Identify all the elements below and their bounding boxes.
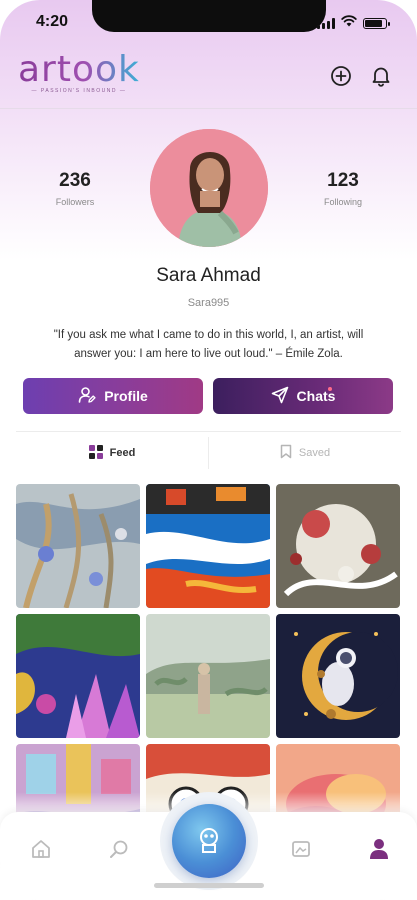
tab-saved-label: Saved — [298, 447, 331, 459]
app-header: artook — PASSION'S INBOUND — — [0, 52, 417, 108]
status-bar: 4:20 — [0, 0, 417, 44]
brand-center-icon[interactable] — [172, 804, 246, 878]
home-indicator — [154, 883, 264, 888]
artook-logo[interactable]: artook — PASSION'S INBOUND — — [18, 49, 140, 95]
profile-icon[interactable] — [366, 836, 392, 862]
followers-count: 236 — [59, 170, 91, 191]
following-count: 123 — [327, 170, 359, 191]
chats-button[interactable]: Chats — [213, 378, 393, 414]
logo-text: artook — [18, 49, 140, 90]
feed-tile-red-white-abstract-painting[interactable] — [276, 484, 400, 608]
profile-button-label: Profile — [104, 388, 148, 404]
header-divider — [0, 108, 417, 109]
profile-username: Sara995 — [187, 297, 230, 309]
unread-dot — [328, 387, 332, 391]
signal-icon — [317, 17, 335, 29]
avatar[interactable] — [150, 129, 268, 247]
followers-label: Followers — [55, 197, 95, 207]
profile-button[interactable]: Profile — [23, 378, 203, 414]
tab-saved[interactable]: Saved — [209, 437, 401, 469]
feed-tile-landscape-woman-painting[interactable] — [146, 614, 270, 738]
following-stat[interactable]: 123 Following — [303, 170, 383, 207]
bell-icon[interactable] — [369, 64, 393, 88]
grid-icon — [88, 444, 103, 462]
bookmark-icon — [280, 444, 292, 462]
status-time: 4:20 — [36, 13, 69, 30]
header-actions — [329, 64, 393, 88]
status-icons — [317, 14, 390, 32]
home-icon[interactable] — [28, 836, 54, 862]
search-icon[interactable] — [106, 836, 132, 862]
following-label: Following — [323, 197, 363, 207]
logo-tagline: — PASSION'S INBOUND — — [31, 88, 127, 94]
feed-tile-purple-lotus-painting[interactable] — [16, 614, 140, 738]
followers-stat[interactable]: 236 Followers — [35, 170, 115, 207]
user-edit-icon — [78, 386, 96, 407]
send-icon — [271, 386, 289, 407]
tabs-divider — [16, 431, 401, 432]
profile-name: Sara Ahmad — [156, 265, 261, 286]
feed-tile-abstract-blue-grey-painting[interactable] — [16, 484, 140, 608]
content-tabs: Feed Saved — [16, 437, 401, 469]
plus-circle-icon[interactable] — [329, 64, 353, 88]
tab-feed[interactable]: Feed — [16, 437, 209, 469]
feed-tile-astronaut-moon-illustration[interactable] — [276, 614, 400, 738]
feed-tile-blue-orange-abstract-painting[interactable] — [146, 484, 270, 608]
battery-icon — [363, 17, 390, 29]
tab-feed-label: Feed — [109, 447, 136, 459]
phone-screen: 4:20 artook — PASSION'S INBOUND — 236 Fo… — [0, 0, 417, 900]
gallery-icon[interactable] — [288, 836, 314, 862]
wifi-icon — [341, 14, 357, 32]
notch — [92, 0, 326, 32]
profile-bio-quote: "If you ask me what I came to do in this… — [53, 329, 364, 360]
